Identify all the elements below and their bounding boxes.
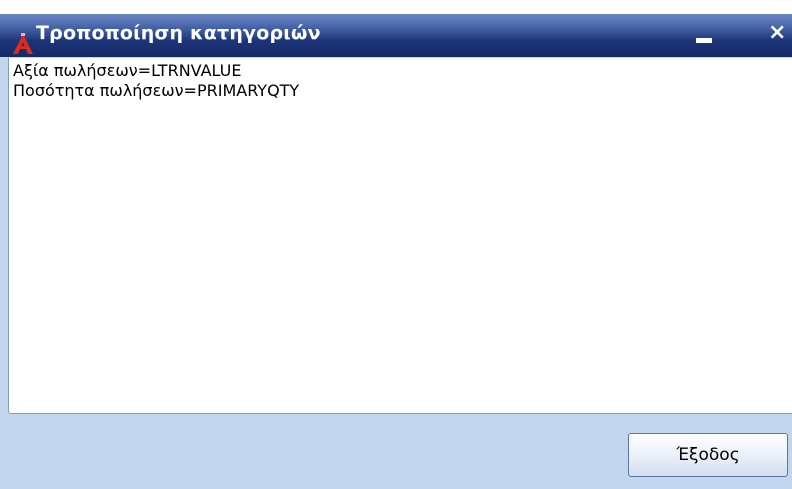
window-title: Τροποποίηση κατηγοριών bbox=[36, 22, 321, 44]
minimize-button[interactable] bbox=[692, 28, 718, 50]
app-logo-icon bbox=[13, 33, 33, 54]
exit-button[interactable]: Έξοδος bbox=[628, 433, 788, 477]
close-button[interactable]: × bbox=[768, 20, 792, 46]
window-top-edge bbox=[0, 0, 792, 14]
memo-line: Ποσότητα πωλήσεων=PRIMARYQTY bbox=[13, 81, 300, 100]
dialog-client-area: Αξία πωλήσεων=LTRNVALUE Ποσότητα πωλήσεω… bbox=[0, 57, 792, 489]
dialog-window: Τροποποίηση κατηγοριών × Αξία πωλήσεων=L… bbox=[0, 0, 792, 489]
memo-line: Αξία πωλήσεων=LTRNVALUE bbox=[13, 61, 242, 80]
title-bar[interactable]: Τροποποίηση κατηγοριών × bbox=[0, 14, 792, 57]
categories-memo[interactable]: Αξία πωλήσεων=LTRNVALUE Ποσότητα πωλήσεω… bbox=[8, 58, 792, 414]
minimize-icon bbox=[696, 38, 712, 43]
